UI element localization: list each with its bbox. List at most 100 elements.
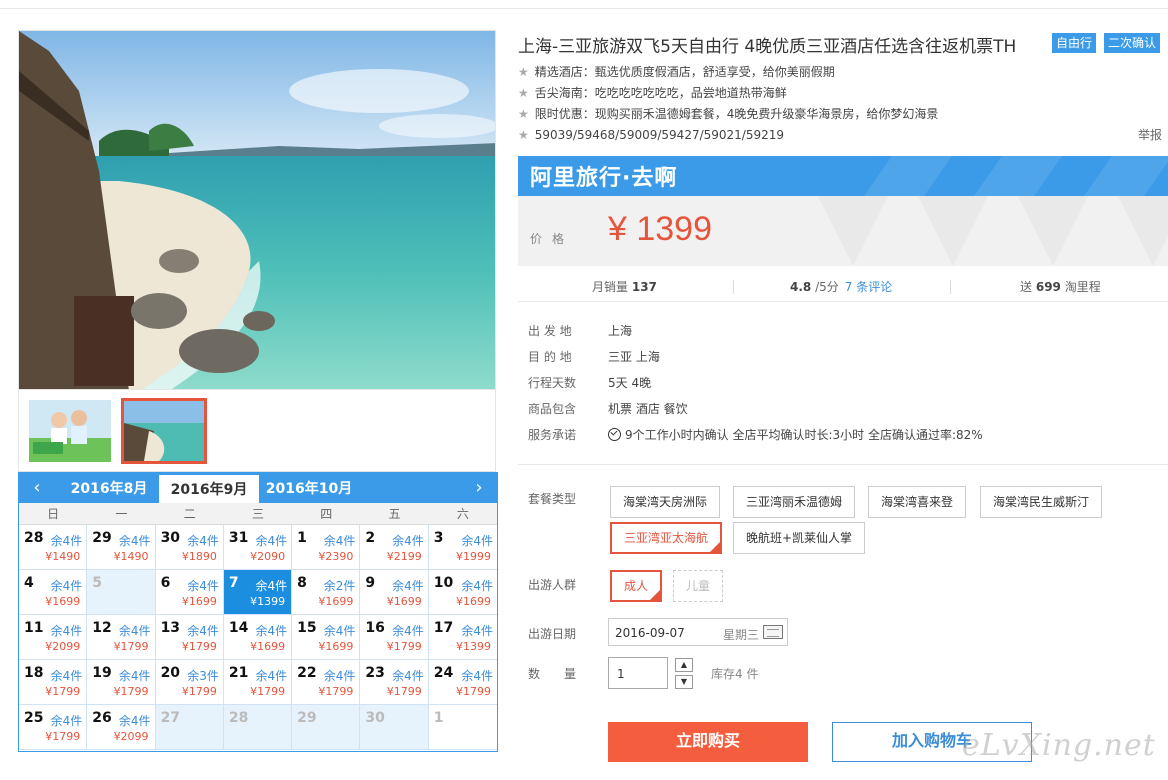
day-price: ¥1699: [318, 595, 354, 608]
tag-badge: 自由行: [1052, 33, 1097, 53]
weekday-label: 三: [251, 507, 264, 521]
calendar-day: 5: [87, 570, 156, 615]
day-number: 5: [92, 575, 103, 591]
calendar-day[interactable]: 28 余4件 ¥1490: [19, 525, 88, 570]
calendar-day[interactable]: 9 余4件 ¥1699: [360, 570, 429, 615]
star-icon: ★: [518, 128, 529, 142]
calendar-day[interactable]: 15 余4件 ¥1699: [292, 615, 361, 660]
package-option[interactable]: 三亚湾丽禾温德姆: [733, 486, 856, 518]
calendar-day[interactable]: 12 余4件 ¥1799: [87, 615, 156, 660]
day-stock: 余4件: [50, 624, 83, 638]
buy-now-button[interactable]: 立即购买: [608, 722, 808, 762]
day-stock: 余4件: [118, 624, 151, 638]
calendar-day[interactable]: 14 余4件 ¥1699: [223, 615, 293, 660]
quantity-input[interactable]: 1: [608, 657, 668, 689]
day-stock: 余4件: [323, 669, 356, 683]
rating-value: 4.8: [790, 280, 812, 294]
calendar-day[interactable]: 26 余4件 ¥2099: [87, 705, 156, 750]
calendar-day[interactable]: 20 余3件 ¥1799: [155, 660, 224, 705]
day-number: 28: [24, 530, 44, 546]
day-stock: 余4件: [50, 714, 83, 728]
calendar-day[interactable]: 17 余4件 ¥1399: [428, 615, 497, 660]
calendar-day[interactable]: 4 余4件 ¥1699: [19, 570, 88, 615]
calendar-day[interactable]: 8 余2件 ¥1699: [292, 570, 361, 615]
day-number: 26: [92, 710, 112, 726]
brand-banner: 阿里旅行·去啊: [518, 156, 1168, 196]
price-label: 价格: [530, 232, 575, 246]
feature-item: ★ 舌尖海南：吃吃吃吃吃吃吃，品尝地道热带海鲜: [518, 83, 787, 103]
calendar-day[interactable]: 19 余4件 ¥1799: [87, 660, 156, 705]
calendar-day[interactable]: 11 余4件 ¥2099: [19, 615, 88, 660]
feature-text: 精选酒店：甄选优质度假酒店，舒适享受，给你美丽假期: [534, 65, 835, 79]
stock-note: 库存4 件: [711, 667, 759, 681]
chevron-right-icon[interactable]: ›: [469, 477, 489, 498]
calendar-day[interactable]: 16 余4件 ¥1799: [360, 615, 429, 660]
chevron-down-icon[interactable]: ▼: [675, 675, 693, 689]
calendar-day[interactable]: 1 余4件 ¥2390: [292, 525, 361, 570]
calendar-day[interactable]: 21 余4件 ¥1799: [223, 660, 293, 705]
day-price: ¥2099: [45, 640, 81, 653]
calendar-day[interactable]: 13 余4件 ¥1799: [155, 615, 224, 660]
day-stock: 余3件: [187, 669, 219, 683]
calendar-grid: 28 余4件 ¥1490 29 余4件 ¥1490 30 余4件 ¥1890 31 余4件 ¥2090…: [19, 525, 497, 750]
calendar-day[interactable]: 6 余4件 ¥1699: [155, 570, 224, 615]
points-value: 699: [1035, 280, 1061, 294]
info-label: 出 发 地: [528, 324, 572, 338]
calendar-day: 30: [360, 705, 429, 750]
price-box-pattern: [1018, 196, 1088, 266]
package-option[interactable]: 海棠湾民生威斯汀: [980, 486, 1103, 518]
calendar-day[interactable]: 23 余4件 ¥1799: [360, 660, 429, 705]
day-number: 8: [297, 575, 307, 591]
package-option[interactable]: 海棠湾喜来登: [868, 486, 967, 518]
day-number: 30: [160, 530, 181, 546]
day-number: 13: [160, 620, 181, 636]
calendar-day[interactable]: 25 余4件 ¥1799: [19, 705, 88, 750]
day-price: ¥1799: [113, 640, 149, 653]
traveler-option-adult[interactable]: 成人: [610, 570, 663, 602]
day-number: 21: [228, 665, 249, 681]
price-calendar: ‹ 2016年8月 2016年9月 2016年10月 › 日 一 二 三 四 五…: [18, 472, 498, 752]
calendar-day[interactable]: 24 余4件 ¥1799: [428, 660, 497, 705]
star-icon: ★: [518, 65, 529, 79]
star-icon: ★: [518, 86, 529, 100]
day-stock: 余4件: [255, 534, 288, 548]
calendar-day[interactable]: 29 余4件 ¥1490: [87, 525, 156, 570]
reviews-link[interactable]: 7 条评论: [845, 280, 892, 294]
thumbnail-family[interactable]: [29, 400, 111, 462]
day-price: ¥2199: [386, 550, 422, 563]
thumbnail-beach-selected[interactable]: [121, 398, 207, 464]
info-label: 服务承诺: [528, 428, 577, 442]
day-stock: 余4件: [118, 669, 151, 683]
calendar-day-selected[interactable]: 7 余4件 ¥1399: [223, 570, 293, 615]
calendar-icon[interactable]: [763, 625, 783, 639]
day-stock: 余4件: [255, 669, 288, 683]
report-link[interactable]: 举报: [1138, 126, 1162, 143]
package-option-selected[interactable]: 三亚湾亚太海航: [610, 522, 723, 554]
calendar-day[interactable]: 10 余4件 ¥1699: [428, 570, 497, 615]
calendar-day[interactable]: 18 余4件 ¥1799: [19, 660, 88, 705]
travel-date-picker[interactable]: 2016-09-07 星期三: [608, 618, 788, 646]
day-stock: 余4件: [118, 714, 151, 728]
info-value: 9个工作小时内确认 全店平均确认时长:3小时 全店确认通过率:82%: [625, 428, 983, 442]
day-number: 19: [92, 665, 112, 681]
day-stock: 余4件: [392, 669, 424, 683]
package-option[interactable]: 晚航班+凯莱仙人掌: [733, 522, 866, 554]
package-option[interactable]: 海棠湾天房洲际: [610, 486, 721, 518]
calendar-day[interactable]: 30 余4件 ¥1890: [155, 525, 224, 570]
calendar-month-tab[interactable]: 2016年10月: [259, 473, 359, 503]
calendar-day[interactable]: 2 余4件 ¥2199: [360, 525, 429, 570]
calendar-day[interactable]: 22 余4件 ¥1799: [292, 660, 361, 705]
chevron-left-icon[interactable]: ‹: [27, 477, 47, 498]
day-price: ¥1799: [386, 640, 422, 653]
day-number: 3: [433, 530, 444, 546]
traveler-option-child[interactable]: 儿童: [673, 570, 724, 602]
calendar-month-tab-active[interactable]: 2016年9月: [159, 475, 259, 503]
weekday-label: 五: [388, 507, 401, 521]
calendar-month-tab[interactable]: 2016年8月: [59, 473, 159, 503]
brand-logo-text: 阿里旅行·去啊: [530, 166, 678, 191]
chevron-up-icon[interactable]: ▲: [675, 658, 693, 672]
section-divider: [518, 464, 1168, 465]
calendar-day[interactable]: 31 余4件 ¥2090: [223, 525, 293, 570]
calendar-day[interactable]: 3 余4件 ¥1999: [428, 525, 497, 570]
day-number: 30: [365, 710, 385, 726]
